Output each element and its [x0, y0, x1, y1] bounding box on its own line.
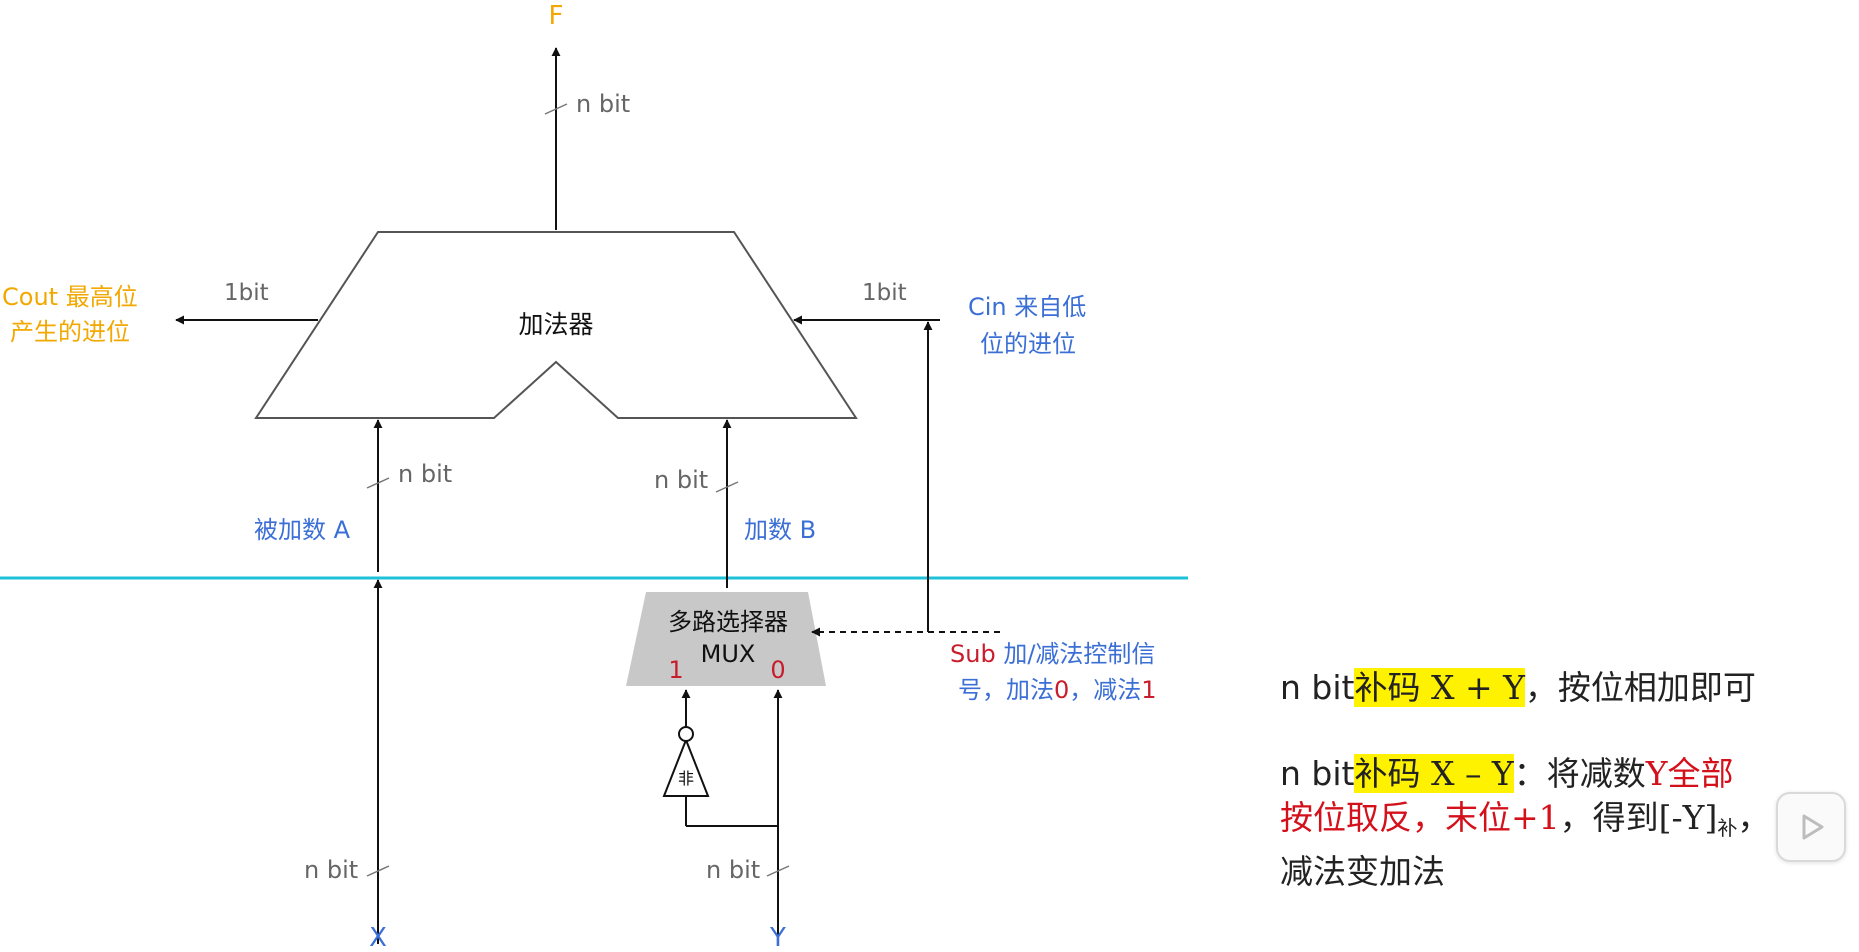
note-addition-prefix: n bit	[1280, 668, 1355, 707]
b-width-label: n bit	[654, 466, 708, 494]
x-width-label: n bit	[304, 856, 358, 884]
adder-label: 加法器	[518, 310, 593, 339]
notes-panel: n bit补码 X + Y，按位相加即可 n bit补码 X – Y：将减数Y全…	[1280, 666, 1820, 894]
mux-input-0-label: 0	[770, 656, 785, 684]
note-addition: n bit补码 X + Y，按位相加即可	[1280, 666, 1820, 710]
not-gate-bubble	[678, 726, 694, 742]
not-gate-label: 非	[678, 769, 694, 788]
cout-width-label: 1bit	[224, 280, 269, 306]
cin-width-label: 1bit	[862, 280, 907, 306]
b-label: 加数 B	[744, 516, 816, 544]
note-subtraction-red: Y全部	[1645, 754, 1734, 793]
note-conclusion: 减法变加法	[1280, 852, 1445, 891]
play-button[interactable]	[1776, 792, 1846, 862]
y-width-label: n bit	[706, 856, 760, 884]
a-label: 被加数 A	[254, 516, 351, 544]
note-subtraction-highlight: 补码 X – Y	[1354, 754, 1514, 793]
cout-label-line2: 产生的进位	[10, 318, 130, 346]
cout-label-line1: Cout 最高位	[2, 283, 138, 311]
note-addition-text: ，按位相加即可	[1524, 668, 1756, 707]
play-icon	[1802, 814, 1824, 840]
cin-label-line2: 位的进位	[980, 330, 1076, 358]
x-label: X	[369, 923, 387, 952]
note-addition-highlight: 补码 X + Y	[1354, 668, 1525, 707]
note-subtraction-prefix: n bit	[1280, 754, 1355, 793]
mux-shape	[626, 592, 826, 686]
note-result-text: ，得到[-Y]	[1559, 798, 1718, 837]
note-complement-subscript: 补	[1717, 816, 1738, 840]
y-label: Y	[769, 923, 786, 952]
output-width-label: n bit	[576, 90, 630, 118]
mux-sub-label: MUX	[701, 640, 756, 668]
sub-label-line2: 号，加法0，减法1	[958, 676, 1157, 704]
mux-title: 多路选择器	[668, 608, 788, 636]
adder-subtractor-diagram: n bit F 加法器 1bit Cout 最高位 产生的进位 1bit Cin…	[0, 1, 1188, 952]
cin-label-line1: Cin 来自低	[968, 293, 1086, 321]
output-f-label: F	[549, 1, 564, 31]
mux-input-1-label: 1	[668, 656, 683, 684]
note-subtraction-text: ：将减数	[1513, 754, 1646, 793]
note-subtraction: n bit补码 X – Y：将减数Y全部 按位取反，末位+1，得到[-Y]补， …	[1280, 752, 1820, 894]
sub-label-line1: Sub 加/减法控制信	[950, 640, 1155, 668]
a-width-label: n bit	[398, 460, 452, 488]
note-invert-text: 按位取反，末位+1	[1280, 798, 1560, 837]
note-comma: ，	[1737, 798, 1771, 837]
